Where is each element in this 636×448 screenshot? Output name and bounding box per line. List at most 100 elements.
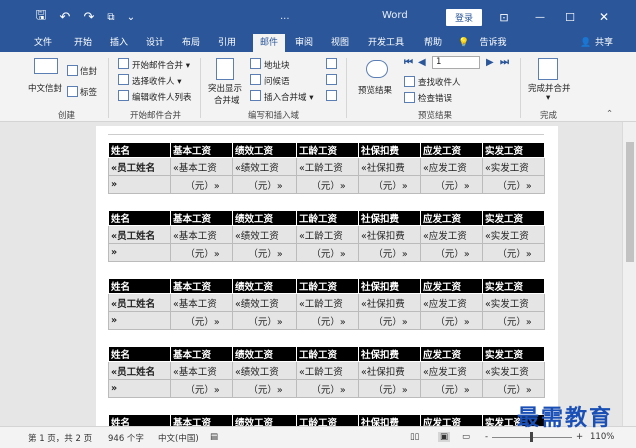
greeting-line-button[interactable]: 问候语 bbox=[264, 75, 290, 87]
tab-review[interactable]: 审阅 bbox=[291, 34, 317, 52]
preview-results-button[interactable]: 预览结果 bbox=[358, 84, 392, 96]
merge-table[interactable]: 姓名 基本工资 绩效工资 工龄工资 社保扣费 应发工资 实发工资 «员工姓名 «… bbox=[108, 346, 545, 398]
tab-design[interactable]: 设计 bbox=[142, 34, 168, 52]
header-cell[interactable]: 姓名 bbox=[108, 278, 171, 294]
header-cell[interactable]: 绩效工资 bbox=[232, 142, 297, 158]
header-cell[interactable]: 社保扣费 bbox=[358, 210, 421, 226]
merge-field-cell[interactable]: «实发工资 bbox=[482, 157, 545, 176]
find-recipient-button[interactable]: 查找收件人 bbox=[418, 76, 461, 88]
tab-insert[interactable]: 插入 bbox=[106, 34, 132, 52]
merge-field-cell[interactable]: （元）» bbox=[232, 379, 297, 398]
header-cell[interactable]: 基本工资 bbox=[170, 346, 233, 362]
merge-field-cell[interactable]: «应发工资 bbox=[420, 225, 483, 244]
merge-field-cell[interactable]: «工龄工资 bbox=[296, 157, 359, 176]
merge-field-cell[interactable]: （元）» bbox=[170, 379, 233, 398]
label-button[interactable]: 标签 bbox=[80, 86, 97, 98]
close-icon[interactable]: ✕ bbox=[594, 8, 614, 26]
merge-field-cell[interactable]: » bbox=[108, 175, 171, 194]
header-cell[interactable]: 应发工资 bbox=[420, 210, 483, 226]
merge-field-cell[interactable]: » bbox=[108, 379, 171, 398]
merge-field-cell[interactable]: （元）» bbox=[420, 175, 483, 194]
merge-field-cell[interactable]: «员工姓名 bbox=[108, 157, 171, 176]
header-cell[interactable]: 社保扣费 bbox=[358, 346, 421, 362]
merge-table[interactable]: 姓名 基本工资 绩效工资 工龄工资 社保扣费 应发工资 实发工资 bbox=[108, 414, 545, 426]
maximize-icon[interactable]: ☐ bbox=[560, 8, 580, 26]
prev-record-icon[interactable]: ◀ bbox=[418, 57, 426, 68]
header-cell[interactable]: 姓名 bbox=[108, 142, 171, 158]
header-cell[interactable]: 工龄工资 bbox=[296, 278, 359, 294]
zoom-in-button[interactable]: + bbox=[576, 432, 583, 442]
header-cell[interactable]: 应发工资 bbox=[420, 346, 483, 362]
merge-field-cell[interactable]: «实发工资 bbox=[482, 225, 545, 244]
merge-field-cell[interactable]: （元）» bbox=[420, 311, 483, 330]
select-recipients-button[interactable]: 选择收件人 ▾ bbox=[132, 75, 181, 87]
header-cell[interactable]: 实发工资 bbox=[482, 346, 545, 362]
merge-field-cell[interactable]: «员工姓名 bbox=[108, 361, 171, 380]
highlight-fields-button[interactable]: 突出显示 bbox=[208, 82, 242, 94]
redo-icon[interactable]: ↷ bbox=[80, 8, 98, 26]
merge-field-cell[interactable]: «社保扣费 bbox=[358, 293, 421, 312]
header-cell[interactable]: 绩效工资 bbox=[232, 210, 297, 226]
address-block-button[interactable]: 地址块 bbox=[264, 59, 290, 71]
merge-field-cell[interactable]: （元）» bbox=[358, 379, 421, 398]
read-mode-icon[interactable]: ▯▯ bbox=[410, 432, 419, 442]
merge-field-cell[interactable]: «工龄工资 bbox=[296, 293, 359, 312]
header-cell[interactable]: 基本工资 bbox=[170, 142, 233, 158]
merge-field-cell[interactable]: «绩效工资 bbox=[232, 361, 297, 380]
merge-field-cell[interactable]: （元）» bbox=[420, 379, 483, 398]
merge-field-cell[interactable]: （元）» bbox=[232, 175, 297, 194]
share-button[interactable]: 共享 bbox=[592, 34, 616, 52]
merge-field-cell[interactable]: «绩效工资 bbox=[232, 293, 297, 312]
tab-file[interactable]: 文件 bbox=[30, 34, 56, 52]
header-cell[interactable]: 姓名 bbox=[108, 210, 171, 226]
tab-developer[interactable]: 开发工具 bbox=[366, 34, 406, 52]
rules-icon[interactable] bbox=[326, 58, 337, 69]
header-cell[interactable]: 绩效工资 bbox=[232, 414, 297, 426]
merge-field-cell[interactable]: «员工姓名 bbox=[108, 225, 171, 244]
header-cell[interactable]: 工龄工资 bbox=[296, 346, 359, 362]
header-cell[interactable]: 绩效工资 bbox=[232, 278, 297, 294]
header-cell[interactable]: 实发工资 bbox=[482, 142, 545, 158]
insert-merge-field-button[interactable]: 插入合并域 ▾ bbox=[264, 91, 313, 103]
zoom-slider-thumb[interactable] bbox=[530, 432, 533, 442]
merge-field-cell[interactable]: «应发工资 bbox=[420, 293, 483, 312]
header-cell[interactable]: 姓名 bbox=[108, 346, 171, 362]
tab-references[interactable]: 引用 bbox=[214, 34, 240, 52]
merge-field-cell[interactable]: «应发工资 bbox=[420, 157, 483, 176]
edit-recipients-button[interactable]: 编辑收件人列表 bbox=[132, 91, 192, 103]
merge-field-cell[interactable]: （元）» bbox=[296, 311, 359, 330]
next-record-icon[interactable]: ▶ bbox=[486, 57, 494, 68]
header-cell[interactable]: 工龄工资 bbox=[296, 210, 359, 226]
merge-field-cell[interactable]: （元）» bbox=[482, 311, 545, 330]
header-cell[interactable]: 绩效工资 bbox=[232, 346, 297, 362]
merge-field-cell[interactable]: （元）» bbox=[232, 311, 297, 330]
header-cell[interactable]: 基本工资 bbox=[170, 278, 233, 294]
merge-field-cell[interactable]: （元）» bbox=[296, 175, 359, 194]
envelope-button[interactable]: 信封 bbox=[80, 65, 97, 77]
merge-field-cell[interactable]: （元）» bbox=[358, 175, 421, 194]
merge-field-cell[interactable]: （元）» bbox=[170, 243, 233, 262]
chinese-envelope-button[interactable]: 中文信封 bbox=[28, 82, 62, 94]
save-icon[interactable]: 🖫 bbox=[32, 8, 50, 26]
merge-field-cell[interactable]: （元）» bbox=[232, 243, 297, 262]
merge-field-cell[interactable]: «社保扣费 bbox=[358, 361, 421, 380]
merge-field-cell[interactable]: （元）» bbox=[482, 175, 545, 194]
merge-field-cell[interactable]: «绩效工资 bbox=[232, 157, 297, 176]
merge-field-cell[interactable]: （元）» bbox=[170, 175, 233, 194]
merge-field-cell[interactable]: （元）» bbox=[358, 311, 421, 330]
collapse-ribbon-icon[interactable]: ⌃ bbox=[606, 109, 613, 119]
language[interactable]: 中文(中国) bbox=[158, 432, 199, 444]
finish-dropdown-icon[interactable]: ▾ bbox=[546, 93, 550, 103]
header-cell[interactable]: 社保扣费 bbox=[358, 414, 421, 426]
merge-field-cell[interactable]: «工龄工资 bbox=[296, 225, 359, 244]
header-cell[interactable]: 姓名 bbox=[108, 414, 171, 426]
update-labels-icon[interactable] bbox=[326, 90, 337, 101]
merge-field-cell[interactable]: （元）» bbox=[358, 243, 421, 262]
header-cell[interactable]: 基本工资 bbox=[170, 414, 233, 426]
vertical-scrollbar[interactable] bbox=[622, 122, 636, 426]
login-button[interactable]: 登录 bbox=[446, 9, 482, 26]
undo-icon[interactable]: ↶ bbox=[56, 8, 74, 26]
merge-field-cell[interactable]: «基本工资 bbox=[170, 293, 233, 312]
header-cell[interactable]: 社保扣费 bbox=[358, 278, 421, 294]
word-count[interactable]: 946 个字 bbox=[108, 432, 144, 444]
